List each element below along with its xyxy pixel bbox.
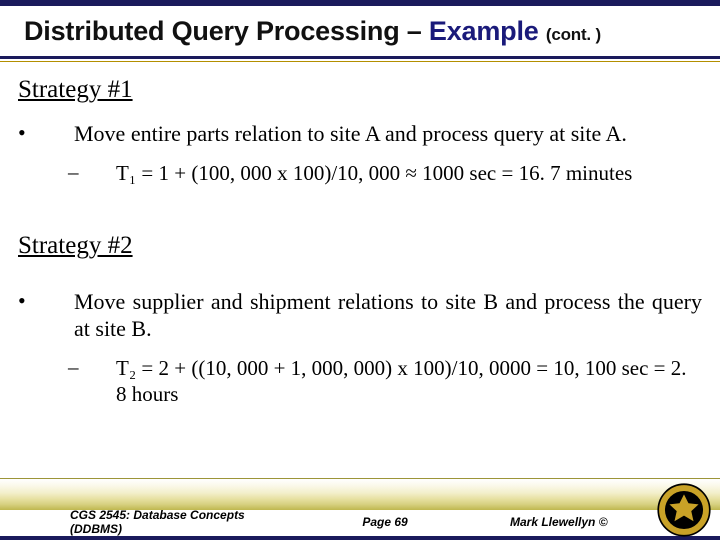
bullet-marker: •	[18, 288, 74, 343]
slide-body: Strategy #1 • Move entire parts relation…	[18, 76, 702, 413]
strategy-2-formula: – T₂ = 2 + ((10, 000 + 1, 000, 000) x 10…	[68, 355, 702, 408]
divider-gold	[0, 61, 720, 62]
spacer	[18, 276, 702, 288]
divider-navy	[0, 56, 720, 59]
strategy-2-text: Move supplier and shipment relations to …	[74, 288, 702, 343]
slide-footer: CGS 2545: Database Concepts (DDBMS) Page…	[0, 510, 720, 534]
strategy-1-text: Move entire parts relation to site A and…	[74, 120, 702, 148]
title-prefix: Distributed Query Processing –	[24, 16, 429, 46]
bullet-marker: •	[18, 120, 74, 148]
strategy-2-bullet: • Move supplier and shipment relations t…	[18, 288, 702, 343]
bottom-accent-bar	[0, 536, 720, 540]
strategy-2-heading: Strategy #2	[18, 232, 702, 260]
strategy-1-formula-text: T₁ = 1 + (100, 000 x 100)/10, 000 ≈ 1000…	[116, 160, 702, 186]
strategy-2-formula-text: T₂ = 2 + ((10, 000 + 1, 000, 000) x 100)…	[116, 355, 702, 408]
slide: Distributed Query Processing – Example (…	[0, 0, 720, 540]
ucf-logo-icon	[656, 482, 712, 538]
slide-title: Distributed Query Processing – Example (…	[0, 6, 720, 47]
section-spacer	[18, 192, 702, 232]
footer-course: CGS 2545: Database Concepts (DDBMS)	[0, 508, 300, 536]
strategy-1-bullet: • Move entire parts relation to site A a…	[18, 120, 702, 148]
strategy-1-heading: Strategy #1	[18, 76, 702, 104]
footer-page: Page 69	[300, 515, 470, 529]
title-divider	[0, 56, 720, 66]
strategy-1-formula: – T₁ = 1 + (100, 000 x 100)/10, 000 ≈ 10…	[68, 160, 702, 186]
dash-marker: –	[68, 160, 116, 186]
footer-gradient	[0, 478, 720, 510]
dash-marker: –	[68, 355, 116, 408]
title-example: Example	[429, 16, 546, 46]
title-cont: (cont. )	[546, 25, 601, 44]
